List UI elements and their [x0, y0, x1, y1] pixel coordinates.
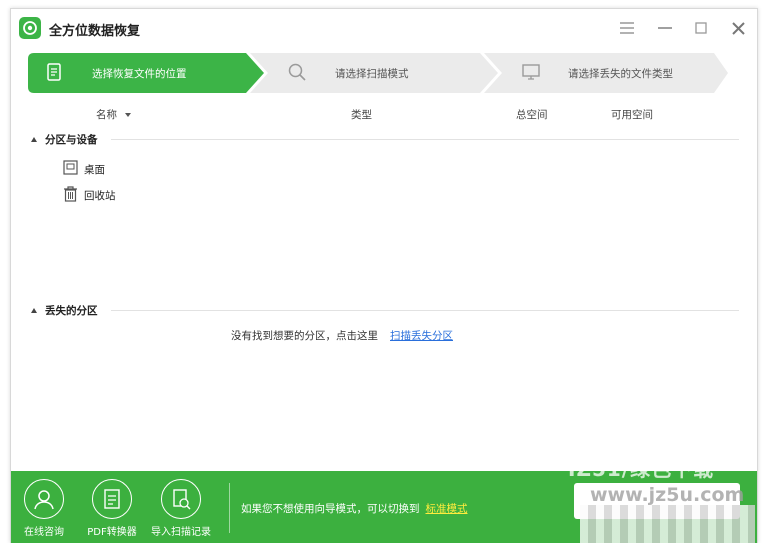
collapse-triangle-icon [31, 307, 37, 313]
user-support-icon [24, 479, 64, 519]
pdf-converter-label: PDF转换器 [87, 527, 137, 538]
tree-item-desktop[interactable]: 桌面 [63, 160, 105, 178]
standard-mode-link[interactable]: 标准模式 [426, 503, 468, 515]
document-icon [46, 62, 62, 84]
tree-item-recycle-bin-label: 回收站 [84, 189, 116, 202]
step-scan-mode[interactable]: 请选择扫描模式 [288, 53, 409, 93]
step-location-label: 选择恢复文件的位置 [92, 67, 187, 80]
mode-switch-hint-text: 如果您不想使用向导模式，可以切换到 [241, 503, 420, 515]
section-partitions-label: 分区与设备 [45, 133, 98, 146]
section-lost[interactable]: 丢失的分区 [31, 302, 98, 318]
column-total[interactable]: 总空间 [516, 107, 548, 122]
step-location[interactable]: 选择恢复文件的位置 [46, 53, 187, 93]
column-type[interactable]: 类型 [351, 107, 372, 122]
sort-down-icon [125, 113, 131, 117]
step-scan-mode-label: 请选择扫描模式 [335, 67, 409, 80]
import-record-label: 导入扫描记录 [151, 527, 211, 538]
desktop-icon [63, 160, 78, 178]
scan-lost-partition-link[interactable]: 扫描丢失分区 [390, 328, 453, 343]
section-lost-label: 丢失的分区 [45, 304, 98, 317]
watermark-url: www.jz5u.com [590, 484, 745, 506]
wizard-steps: 选择恢复文件的位置 请选择扫描模式 请选择丢失的文件类型 [28, 53, 728, 93]
app-logo-icon [19, 17, 41, 39]
divider [229, 483, 230, 533]
column-free[interactable]: 可用空间 [611, 107, 653, 122]
section-partitions[interactable]: 分区与设备 [31, 131, 98, 147]
import-record-button[interactable]: 导入扫描记录 [151, 479, 211, 538]
lost-partition-hint-text: 没有找到想要的分区，点击这里 [231, 330, 378, 342]
minimize-icon[interactable] [655, 18, 675, 38]
app-title: 全方位数据恢复 [49, 24, 141, 39]
column-name-label: 名称 [96, 109, 117, 121]
online-consult-button[interactable]: 在线咨询 [14, 479, 74, 538]
pdf-icon [92, 479, 132, 519]
recycle-bin-icon [63, 185, 78, 205]
lost-partition-hint: 没有找到想要的分区，点击这里 扫描丢失分区 [231, 328, 453, 343]
close-icon[interactable] [728, 18, 748, 38]
step-file-type[interactable]: 请选择丢失的文件类型 [522, 53, 673, 93]
online-consult-label: 在线咨询 [24, 527, 64, 538]
tree-item-recycle-bin[interactable]: 回收站 [63, 185, 116, 205]
pdf-converter-button[interactable]: PDF转换器 [82, 479, 142, 538]
column-name[interactable]: 名称 [96, 107, 131, 122]
divider [111, 139, 739, 140]
watermark-logo: IZ51/绿色下载 [568, 457, 715, 481]
tree-item-desktop-label: 桌面 [84, 163, 105, 176]
menu-icon[interactable] [617, 18, 637, 38]
import-record-icon [161, 479, 201, 519]
collapse-triangle-icon [31, 136, 37, 142]
divider [111, 310, 739, 311]
monitor-icon [522, 63, 540, 83]
step-file-type-label: 请选择丢失的文件类型 [568, 67, 673, 80]
maximize-icon[interactable] [691, 18, 711, 38]
title-bar: 全方位数据恢复 [11, 9, 757, 47]
mosaic-patch [580, 505, 755, 543]
magnifier-icon [288, 63, 306, 84]
mode-switch-hint: 如果您不想使用向导模式，可以切换到 标准模式 [241, 501, 468, 516]
